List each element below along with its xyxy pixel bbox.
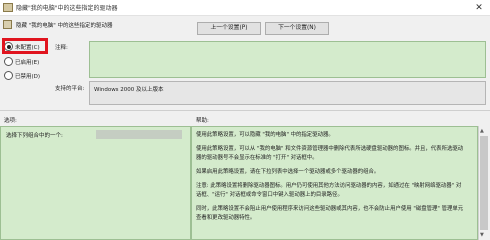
next-setting-button[interactable]: 下一个设置(N) <box>265 22 329 35</box>
help-header: 帮助: <box>196 118 209 124</box>
highlight-box <box>2 38 48 54</box>
previous-setting-button[interactable]: 上一个设置(P) <box>197 22 261 35</box>
close-button[interactable]: ✕ <box>468 0 490 16</box>
scroll-down-icon[interactable]: ▼ <box>480 232 484 238</box>
radio-label: 已禁用(D) <box>15 73 41 80</box>
drive-combination-select[interactable] <box>96 130 182 139</box>
radio-disabled[interactable]: 已禁用(D) <box>4 71 40 82</box>
drive-combination-label: 选择下列组合中的一个: <box>6 133 63 139</box>
radio-enabled[interactable]: 已启用(E) <box>4 57 39 68</box>
policy-name: 隐藏 "我的电脑" 中的这些指定的驱动器 <box>16 23 113 29</box>
scroll-up-icon[interactable]: ▲ <box>480 128 484 134</box>
help-paragraph: 使用此策略设置，可以隐藏 "我的电脑" 中的指定驱动器。 <box>196 132 334 138</box>
options-header: 选项: <box>4 118 17 124</box>
supported-platform-label: 支持的平台: <box>55 86 85 92</box>
scroll-thumb[interactable] <box>480 136 488 230</box>
help-paragraph: 如果启用此策略设置，请在下拉列表中选择一个驱动器或多个驱动器的组合。 <box>196 169 380 175</box>
close-icon: ✕ <box>475 3 483 13</box>
window-title: 隐藏"我的电脑"中的这些指定的驱动器 <box>16 5 118 12</box>
help-paragraph: 注意: 此策略设置将删除驱动器图标。用户仍可使用其他方法访问驱动器的内容，如通过… <box>196 183 462 198</box>
options-pane <box>0 126 191 240</box>
radio-button[interactable] <box>4 71 13 80</box>
comment-field[interactable] <box>89 41 486 78</box>
help-text: 使用此策略设置，可以隐藏 "我的电脑" 中的指定驱动器。 使用此策略设置，可以从… <box>196 131 466 228</box>
supported-platform-value: Windows 2000 及以上版本 <box>89 81 486 105</box>
help-paragraph: 使用此策略设置，可以从 "我的电脑" 和文件资源管理器中删除代表所选硬盘驱动器的… <box>196 146 464 161</box>
radio-label: 已启用(E) <box>15 59 40 66</box>
help-paragraph: 同时，此策略设置不会阻止用户使用程序来访问这些驱动器或其内容，也不会防止用户使用… <box>196 206 464 221</box>
app-icon <box>3 3 13 12</box>
comment-label: 注释: <box>55 45 68 51</box>
policy-icon <box>3 20 12 29</box>
section-divider <box>0 110 490 111</box>
radio-button[interactable] <box>4 57 13 66</box>
